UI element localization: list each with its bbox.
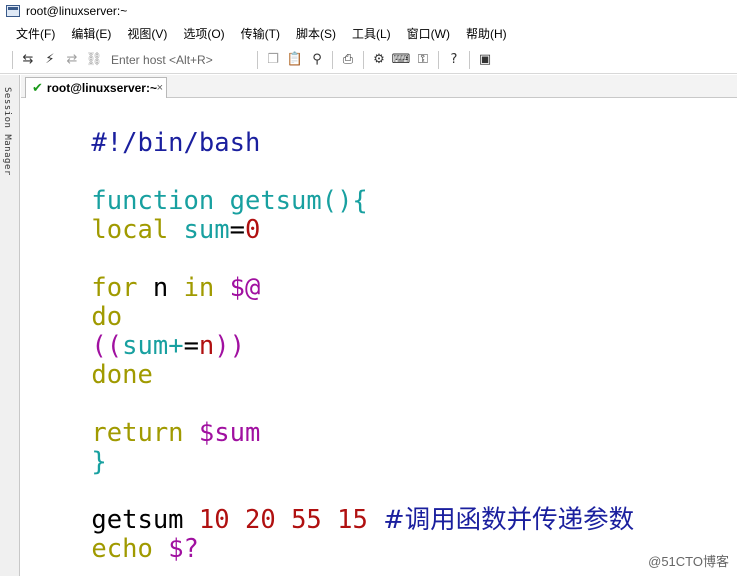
key-icon[interactable]: ⚿: [413, 50, 433, 70]
find-icon[interactable]: ⚲: [307, 50, 327, 70]
loop-variable: n: [152, 273, 169, 303]
code-line: ((sum+=n)): [30, 303, 245, 361]
args-variable: $@: [229, 273, 261, 303]
connect-icon[interactable]: ⇆: [18, 50, 38, 70]
code-line: do: [30, 274, 122, 332]
variable-sum-ref: $sum: [198, 418, 261, 448]
watermark: @51CTO博客: [648, 554, 729, 569]
gear-icon[interactable]: ⚙: [369, 50, 389, 70]
exit-status-variable: $?: [168, 534, 199, 564]
code-line: return $sum: [30, 390, 260, 448]
comment: #调用函数并传递参数: [383, 505, 635, 535]
argument: 15: [337, 505, 368, 535]
toolbar-separator: [332, 50, 333, 69]
close-icon[interactable]: ×: [157, 82, 163, 94]
tab-label: root@linuxserver:~: [46, 81, 157, 95]
copy-icon[interactable]: ❐: [263, 50, 283, 70]
variable-sum: sum: [183, 215, 230, 245]
tab-session[interactable]: ✔ root@linuxserver:~ ×: [25, 77, 167, 98]
argument: 10: [198, 505, 230, 535]
toolbar: ⇆ ⚡ ⇄ ⛓ ❐ 📋 ⚲ ⎙ ⚙ ⌨ ⚿ ? ▣: [0, 46, 737, 74]
operator: =: [229, 215, 245, 245]
closing-brace: }: [91, 447, 107, 477]
shebang: #!/bin/bash: [91, 128, 261, 158]
session-manager-sidebar[interactable]: Session Manager: [0, 75, 20, 576]
menu-view[interactable]: 视图(V): [119, 22, 175, 46]
disconnect-icon[interactable]: ⛓: [84, 50, 104, 70]
menu-transfer[interactable]: 传输(T): [233, 22, 288, 46]
code-line: }: [30, 419, 106, 477]
keyword-done: done: [91, 360, 153, 390]
app-icon: [6, 5, 20, 17]
operator: =: [183, 331, 199, 361]
toolbar-separator: [469, 50, 470, 69]
menu-help[interactable]: 帮助(H): [458, 22, 515, 46]
terminal[interactable]: #!/bin/bash function getsum(){ local sum…: [21, 98, 737, 576]
toolbar-separator: [363, 50, 364, 69]
menu-window[interactable]: 窗口(W): [399, 22, 458, 46]
reconnect-icon[interactable]: ⇄: [62, 50, 82, 70]
connected-check-icon: ✔: [32, 80, 43, 96]
argument: 20: [244, 505, 276, 535]
toolbar-separator: [438, 50, 439, 69]
command-echo: echo: [91, 534, 153, 564]
paste-icon[interactable]: 📋: [285, 50, 305, 70]
code-line: getsum 10 20 55 15 #调用函数并传递参数: [30, 477, 634, 535]
keyboard-icon[interactable]: ⌨: [391, 50, 411, 70]
quick-connect-icon[interactable]: ⚡: [40, 50, 60, 70]
print-icon[interactable]: ⎙: [338, 50, 358, 70]
tab-bar: ✔ root@linuxserver:~ ×: [21, 75, 737, 98]
code-line: done: [30, 332, 152, 390]
code-line: echo $?: [30, 506, 199, 564]
code-line: for n in $@: [30, 245, 260, 303]
number: 0: [244, 215, 261, 245]
toolbar-separator: [12, 50, 13, 69]
toolbar-separator: [257, 50, 258, 69]
argument: 55: [291, 505, 322, 535]
menu-edit[interactable]: 编辑(E): [63, 22, 119, 46]
keyword-local: local: [91, 215, 169, 245]
code-line: local sum=0: [30, 187, 260, 245]
menu-tools[interactable]: 工具(L): [344, 22, 399, 46]
session-manager-label: Session Manager: [2, 87, 12, 176]
menu-bar: 文件(F) 编辑(E) 视图(V) 选项(O) 传输(T) 脚本(S) 工具(L…: [0, 22, 737, 46]
keyword-in: in: [183, 273, 215, 303]
window-title: root@linuxserver:~: [26, 4, 128, 18]
code-line: #!/bin/bash: [30, 100, 260, 158]
menu-script[interactable]: 脚本(S): [288, 22, 344, 46]
variable-n: n: [198, 331, 215, 361]
screen-icon[interactable]: ▣: [475, 50, 495, 70]
menu-file[interactable]: 文件(F): [0, 22, 63, 46]
title-bar: root@linuxserver:~: [0, 0, 737, 22]
menu-options[interactable]: 选项(O): [175, 22, 232, 46]
host-input[interactable]: [109, 49, 253, 70]
code-line: function getsum(){: [30, 158, 367, 216]
help-icon[interactable]: ?: [444, 50, 464, 70]
paren-close: )): [214, 331, 245, 361]
